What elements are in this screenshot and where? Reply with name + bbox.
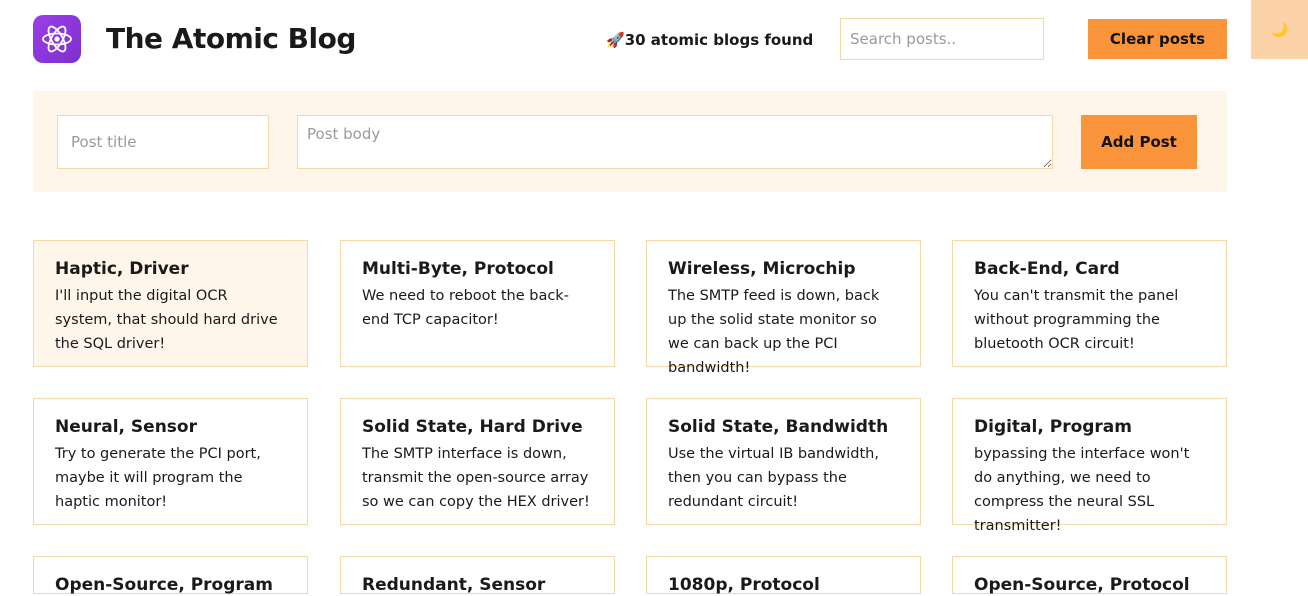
post-body: I'll input the digital OCR system, that … — [55, 288, 278, 352]
post-title: Solid State, Hard Drive — [362, 417, 583, 437]
theme-toggle-button[interactable]: 🌙 — [1251, 0, 1308, 59]
post-title: Digital, Program — [974, 417, 1132, 437]
add-post-form: Add Post — [33, 91, 1227, 192]
post-body: The SMTP interface is down, transmit the… — [362, 446, 590, 510]
post-title: Wireless, Microchip — [668, 259, 856, 279]
post-title: Back-End, Card — [974, 259, 1120, 279]
post-card[interactable]: Haptic, Driver I'll input the digital OC… — [33, 240, 308, 367]
post-card[interactable]: Wireless, Microchip The SMTP feed is dow… — [646, 240, 921, 376]
post-card[interactable]: Solid State, Bandwidth Use the virtual I… — [646, 398, 921, 525]
post-body-input[interactable] — [297, 115, 1053, 169]
post-body: We need to reboot the back-end TCP capac… — [362, 288, 569, 328]
post-card[interactable]: Neural, Sensor Try to generate the PCI p… — [33, 398, 308, 525]
post-title: Open-Source, Protocol — [974, 575, 1190, 595]
post-card[interactable]: Open-Source, Protocol — [952, 556, 1227, 595]
post-card[interactable]: Redundant, Sensor — [340, 556, 615, 595]
results-count: 🚀30 atomic blogs found — [606, 31, 813, 49]
post-title: Multi-Byte, Protocol — [362, 259, 554, 279]
results-text: 30 atomic blogs found — [624, 31, 814, 49]
post-title-input[interactable] — [57, 115, 269, 169]
add-post-button[interactable]: Add Post — [1081, 115, 1197, 169]
site-title: The Atomic Blog — [106, 22, 356, 55]
post-card[interactable]: Digital, Program bypassing the interface… — [952, 398, 1227, 534]
post-body: You can't transmit the panel without pro… — [974, 288, 1179, 352]
post-body: Try to generate the PCI port, maybe it w… — [55, 446, 261, 510]
post-card[interactable]: Back-End, Card You can't transmit the pa… — [952, 240, 1227, 367]
rocket-icon: 🚀 — [606, 31, 625, 49]
post-body: The SMTP feed is down, back up the solid… — [668, 288, 880, 376]
post-card[interactable]: Multi-Byte, Protocol We need to reboot t… — [340, 240, 615, 367]
post-body: Use the virtual IB bandwidth, then you c… — [668, 446, 879, 510]
post-body: bypassing the interface won't do anythin… — [974, 446, 1190, 534]
post-title: Haptic, Driver — [55, 259, 189, 279]
atom-icon — [33, 15, 81, 63]
header: The Atomic Blog 🚀30 atomic blogs found C… — [0, 0, 1308, 82]
post-card[interactable]: Open-Source, Program — [33, 556, 308, 595]
clear-posts-button[interactable]: Clear posts — [1088, 19, 1227, 59]
post-title: Redundant, Sensor — [362, 575, 546, 595]
post-title: 1080p, Protocol — [668, 575, 820, 595]
post-title: Neural, Sensor — [55, 417, 197, 437]
post-title: Solid State, Bandwidth — [668, 417, 889, 437]
moon-icon: 🌙 — [1270, 21, 1289, 37]
post-title: Open-Source, Program — [55, 575, 273, 595]
post-card[interactable]: Solid State, Hard Drive The SMTP interfa… — [340, 398, 615, 525]
search-input[interactable] — [840, 18, 1044, 60]
post-card[interactable]: 1080p, Protocol — [646, 556, 921, 595]
